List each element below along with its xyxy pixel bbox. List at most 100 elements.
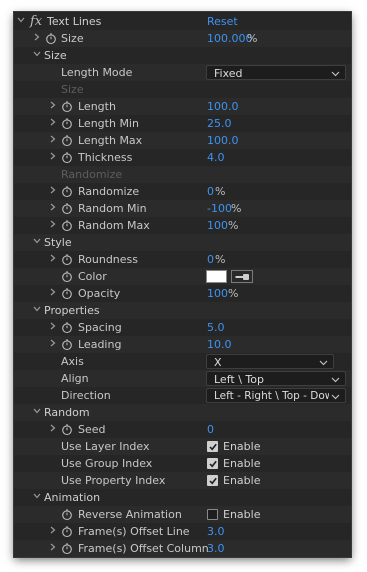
param-row-roundness: Roundness 0 %	[14, 251, 351, 268]
param-row-length-max: Length Max 100.0	[14, 132, 351, 149]
stopwatch-icon[interactable]	[61, 183, 75, 200]
fx-icon[interactable]: fx	[30, 13, 42, 30]
param-row-align: Align Left \ Top	[14, 370, 351, 387]
twirl-open-icon[interactable]	[33, 302, 41, 319]
param-value[interactable]: 5.0	[207, 319, 225, 336]
subheading-row: Randomize	[14, 166, 351, 183]
group-row-properties: Properties	[14, 302, 351, 319]
stopwatch-icon[interactable]	[61, 200, 75, 217]
param-value[interactable]: 4.0	[207, 149, 225, 166]
stopwatch-icon[interactable]	[61, 217, 75, 234]
checkmark-icon	[209, 443, 217, 451]
stopwatch-icon[interactable]	[61, 98, 75, 115]
param-value[interactable]: 3.0	[207, 523, 225, 540]
twirl-closed-icon[interactable]	[49, 217, 57, 234]
param-label: Direction	[61, 389, 111, 402]
param-value[interactable]: 100.000	[207, 30, 253, 47]
param-row-thickness: Thickness 4.0	[14, 149, 351, 166]
stopwatch-icon[interactable]	[61, 268, 75, 285]
param-value[interactable]: 10.0	[207, 336, 232, 353]
twirl-closed-icon[interactable]	[33, 30, 41, 47]
param-label: Thickness	[78, 151, 133, 164]
param-row-axis: Axis X	[14, 353, 351, 370]
twirl-closed-icon[interactable]	[49, 319, 57, 336]
param-row-random-min: Random Min -100 %	[14, 200, 351, 217]
twirl-closed-icon[interactable]	[49, 421, 57, 438]
twirl-closed-icon[interactable]	[49, 115, 57, 132]
use-property-index-checkbox[interactable]	[207, 475, 218, 486]
stopwatch-icon[interactable]	[45, 30, 59, 47]
twirl-closed-icon[interactable]	[49, 251, 57, 268]
stopwatch-icon[interactable]	[61, 115, 75, 132]
param-value[interactable]: 3.0	[207, 540, 225, 557]
twirl-closed-icon[interactable]	[49, 132, 57, 149]
param-value[interactable]: 0	[207, 421, 214, 438]
stopwatch-icon[interactable]	[61, 336, 75, 353]
twirl-closed-icon[interactable]	[49, 149, 57, 166]
param-value[interactable]: 0	[207, 251, 214, 268]
param-unit: %	[228, 219, 239, 232]
chevron-down-icon	[331, 66, 340, 79]
checkbox-label: Enable	[223, 440, 261, 453]
param-row-use-group-index: Use Group Index Enable	[14, 455, 351, 472]
length-mode-dropdown[interactable]: Fixed	[206, 65, 346, 80]
param-row-use-layer-index: Use Layer Index Enable	[14, 438, 351, 455]
param-label: Align	[61, 372, 89, 385]
stopwatch-icon[interactable]	[61, 132, 75, 149]
stopwatch-icon[interactable]	[61, 149, 75, 166]
stopwatch-icon[interactable]	[61, 523, 75, 540]
twirl-closed-icon[interactable]	[49, 200, 57, 217]
param-row-color: Color	[14, 268, 351, 285]
twirl-closed-icon[interactable]	[49, 183, 57, 200]
stopwatch-icon[interactable]	[61, 251, 75, 268]
direction-dropdown[interactable]: Left - Right \ Top - Dow	[206, 388, 346, 403]
checkbox-label: Enable	[223, 508, 261, 521]
param-row-reverse-animation: Reverse Animation Enable	[14, 506, 351, 523]
param-value[interactable]: 25.0	[207, 115, 232, 132]
group-row-size: Size	[14, 47, 351, 64]
param-label: Length Mode	[61, 66, 133, 79]
twirl-closed-icon[interactable]	[49, 285, 57, 302]
param-label: Roundness	[78, 253, 139, 266]
param-unit: %	[247, 32, 258, 45]
axis-dropdown[interactable]: X	[206, 354, 334, 369]
effect-controls-panel: fx Text Lines Reset Size 100.000 % Size …	[14, 12, 351, 557]
eyedropper-button[interactable]	[231, 270, 253, 283]
param-label: Seed	[78, 423, 106, 436]
twirl-open-icon[interactable]	[33, 489, 41, 506]
color-swatch[interactable]	[206, 270, 227, 283]
param-row-seed: Seed 0	[14, 421, 351, 438]
param-value[interactable]: 100	[207, 285, 228, 302]
param-value[interactable]: 100	[207, 217, 228, 234]
param-value[interactable]: 0	[207, 183, 214, 200]
stopwatch-icon[interactable]	[61, 506, 75, 523]
twirl-closed-icon[interactable]	[49, 98, 57, 115]
reset-button[interactable]: Reset	[207, 13, 238, 30]
use-layer-index-checkbox[interactable]	[207, 441, 218, 452]
stopwatch-icon[interactable]	[61, 421, 75, 438]
stopwatch-icon[interactable]	[61, 319, 75, 336]
twirl-closed-icon[interactable]	[49, 540, 57, 557]
stopwatch-icon[interactable]	[61, 540, 75, 557]
param-value[interactable]: -100	[207, 200, 232, 217]
param-label: Frame(s) Offset Column	[78, 542, 209, 555]
dropdown-value: X	[214, 356, 222, 369]
twirl-open-icon[interactable]	[33, 234, 41, 251]
twirl-closed-icon[interactable]	[49, 523, 57, 540]
subheading-label: Randomize	[61, 168, 123, 181]
group-label: Animation	[44, 491, 101, 504]
group-label: Properties	[44, 304, 100, 317]
twirl-open-icon[interactable]	[33, 404, 41, 421]
use-group-index-checkbox[interactable]	[207, 458, 218, 469]
reverse-animation-checkbox[interactable]	[207, 509, 218, 520]
param-label: Leading	[78, 338, 122, 351]
stopwatch-icon[interactable]	[61, 285, 75, 302]
align-dropdown[interactable]: Left \ Top	[206, 371, 346, 386]
param-value[interactable]: 100.0	[207, 98, 239, 115]
param-value[interactable]: 100.0	[207, 132, 239, 149]
param-label: Spacing	[78, 321, 122, 334]
twirl-open-icon[interactable]	[17, 13, 25, 30]
twirl-open-icon[interactable]	[33, 47, 41, 64]
param-label: Randomize	[78, 185, 140, 198]
twirl-closed-icon[interactable]	[49, 336, 57, 353]
